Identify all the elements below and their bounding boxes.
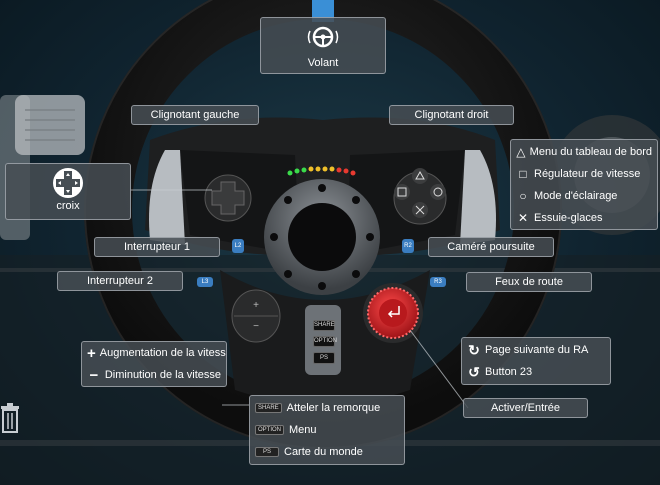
camera-poursuite-label[interactable]: Caméré poursuite xyxy=(428,237,554,257)
minus-label: Diminution de la vitesse xyxy=(104,369,221,381)
pedal-middle xyxy=(15,95,85,155)
interrupteur-2-label[interactable]: Interrupteur 2 xyxy=(57,271,183,291)
feux-de-route-label[interactable]: Feux de route xyxy=(466,272,592,292)
share-button-icon: SHARE xyxy=(255,403,282,413)
steering-wheel-icon xyxy=(261,24,385,56)
dial-row-counterclockwise[interactable]: ↺ Button 23 xyxy=(462,361,610,383)
circle-icon: ○ xyxy=(519,189,527,203)
face-button-row-circle[interactable]: ○ Mode d'éclairage xyxy=(511,185,657,207)
face-button-label: Régulateur de vitesse xyxy=(534,168,641,180)
center-button-label: Menu xyxy=(289,424,317,436)
plus-minus-group: + Augmentation de la vitesse − Diminutio… xyxy=(81,341,227,387)
minus-row[interactable]: − Diminution de la vitesse xyxy=(82,364,226,386)
playstation-button-icon: PS xyxy=(255,447,279,457)
triangle-icon: △ xyxy=(516,145,526,159)
dial-row-clockwise[interactable]: ↻ Page suivante du RA xyxy=(462,339,610,361)
face-button-row-cross[interactable]: ✕ Essuie-glaces xyxy=(511,207,657,229)
plus-label: Augmentation de la vitesse xyxy=(99,347,226,359)
center-button-row-share[interactable]: SHARE Atteler la remorque xyxy=(250,397,404,419)
l3-button-tag: L3 xyxy=(197,277,213,287)
wheel-ps-tag: PS xyxy=(313,352,335,364)
r3-button-tag: R3 xyxy=(430,277,446,287)
activer-entree-label[interactable]: Activer/Entrée xyxy=(463,398,588,418)
svg-text:+: + xyxy=(253,300,259,311)
center-buttons-group: SHARE Atteler la remorque OPTION Menu PS… xyxy=(249,395,405,465)
clignotant-gauche-label[interactable]: Clignotant gauche xyxy=(131,105,259,125)
center-button-row-ps[interactable]: PS Carte du monde xyxy=(250,441,404,463)
center-hub xyxy=(264,179,380,295)
center-button-label: Carte du monde xyxy=(284,446,363,458)
dpad-icon xyxy=(6,167,130,199)
face-button-row-square[interactable]: □ Régulateur de vitesse xyxy=(511,163,657,185)
wheel-option-tag: OPTION xyxy=(313,336,337,347)
rotate-counterclockwise-icon: ↺ xyxy=(468,363,480,380)
face-button-label: Menu du tableau de bord xyxy=(529,146,652,158)
cross-icon: ✕ xyxy=(517,211,529,225)
face-button-row-triangle[interactable]: △ Menu du tableau de bord xyxy=(511,141,657,163)
l2-button-tag: L2 xyxy=(232,239,244,253)
svg-text:−: − xyxy=(253,321,259,332)
wheel-share-tag: SHARE xyxy=(313,320,335,331)
square-icon: □ xyxy=(519,167,527,181)
option-button-icon: OPTION xyxy=(255,425,285,435)
plus-icon: + xyxy=(87,344,96,362)
trash-icon[interactable] xyxy=(0,402,20,434)
wheel-plus-minus: + − xyxy=(231,289,281,343)
minus-icon: − xyxy=(89,366,99,384)
rotate-clockwise-icon: ↻ xyxy=(468,341,480,358)
face-button-label: Mode d'éclairage xyxy=(534,190,618,202)
center-button-label: Atteler la remorque xyxy=(286,402,381,414)
dial-label: Button 23 xyxy=(485,366,533,378)
croix-box[interactable]: croix xyxy=(5,163,131,220)
dial-group: ↻ Page suivante du RA ↺ Button 23 xyxy=(461,337,611,385)
croix-label: croix xyxy=(56,200,80,212)
clignotant-droit-label[interactable]: Clignotant droit xyxy=(389,105,514,125)
volant-label: Volant xyxy=(307,57,339,69)
wheel-dpad xyxy=(204,174,252,222)
face-button-label: Essuie-glaces xyxy=(534,212,603,224)
dial-label: Page suivante du RA xyxy=(485,344,589,356)
plus-row[interactable]: + Augmentation de la vitesse xyxy=(82,342,226,364)
center-button-row-option[interactable]: OPTION Menu xyxy=(250,419,404,441)
r2-button-tag: R2 xyxy=(402,239,414,253)
red-dial xyxy=(363,283,423,343)
interrupteur-1-label[interactable]: Interrupteur 1 xyxy=(94,237,220,257)
face-buttons-group: △ Menu du tableau de bord □ Régulateur d… xyxy=(510,139,658,230)
volant-box[interactable]: Volant xyxy=(260,17,386,74)
